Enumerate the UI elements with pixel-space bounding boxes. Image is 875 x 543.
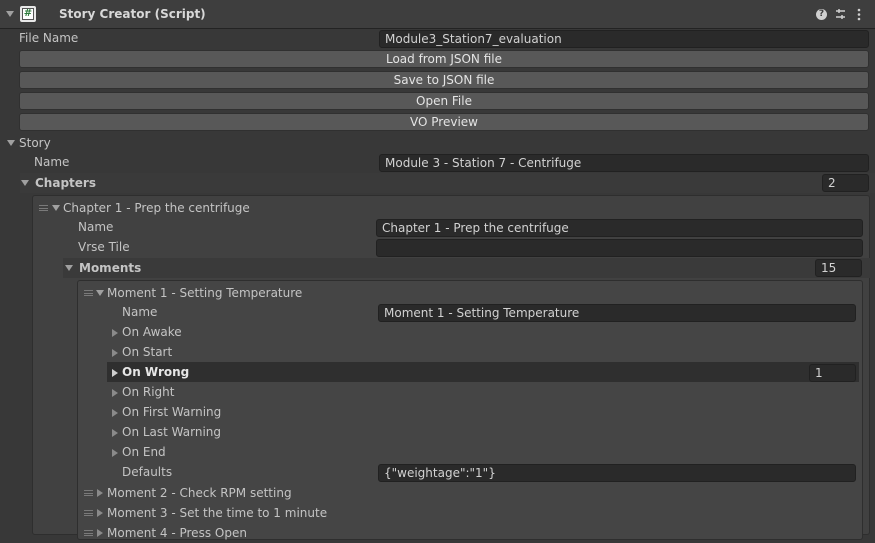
moment1-drag-handle[interactable] [84,290,93,296]
component-title: Story Creator (Script) [59,7,206,21]
on-end-event[interactable]: On End [122,442,166,462]
load-json-button[interactable]: Load from JSON file [19,50,869,68]
story-name-label: Name [34,155,70,169]
moment1-name-field[interactable]: Moment 1 - Setting Temperature [378,304,856,322]
on-wrong-event[interactable]: On Wrong [122,362,189,382]
kebab-menu-icon[interactable] [856,8,862,21]
story-label[interactable]: Story [19,133,51,153]
on-wrong-count-field[interactable]: 1 [809,364,856,382]
chapters-header-bar [20,173,875,193]
file-name-field[interactable]: Module3_Station7_evaluation [379,30,869,48]
chapter1-foldout-arrow[interactable] [52,205,60,211]
moment3-drag-handle[interactable] [84,510,93,516]
on-first-warning-foldout-arrow[interactable] [112,409,118,417]
chapters-foldout-arrow[interactable] [21,180,29,186]
on-awake-event[interactable]: On Awake [122,322,182,342]
chapters-label[interactable]: Chapters [35,173,96,193]
moment2-title[interactable]: Moment 2 - Check RPM setting [107,483,292,503]
moment4-foldout-arrow[interactable] [97,529,103,537]
on-start-foldout-arrow[interactable] [112,349,118,357]
save-json-button[interactable]: Save to JSON file [19,71,869,89]
chapter1-name-label: Name [78,220,114,234]
on-last-warning-foldout-arrow[interactable] [112,429,118,437]
defaults-label: Defaults [122,465,173,479]
moment3-foldout-arrow[interactable] [97,509,103,517]
header-foldout-arrow[interactable] [6,11,14,17]
on-first-warning-event[interactable]: On First Warning [122,402,221,422]
file-name-label: File Name [19,31,79,45]
on-awake-foldout-arrow[interactable] [112,329,118,337]
moment3-title[interactable]: Moment 3 - Set the time to 1 minute [107,503,327,523]
script-icon: # [22,8,34,20]
moment1-foldout-arrow[interactable] [96,290,104,296]
moment2-foldout-arrow[interactable] [97,489,103,497]
moments-foldout-arrow[interactable] [65,265,73,271]
chapter1-name-field[interactable]: Chapter 1 - Prep the centrifuge [376,219,863,237]
moments-header-bar [63,258,870,278]
chapters-count-field[interactable]: 2 [822,174,869,192]
help-icon[interactable]: ? [816,9,827,20]
on-last-warning-event[interactable]: On Last Warning [122,422,221,442]
story-name-field[interactable]: Module 3 - Station 7 - Centrifuge [379,154,869,172]
moments-label[interactable]: Moments [79,258,141,278]
moments-count-field[interactable]: 15 [815,259,862,277]
on-right-foldout-arrow[interactable] [112,389,118,397]
on-start-event[interactable]: On Start [122,342,172,362]
story-foldout-arrow[interactable] [7,140,15,146]
on-wrong-foldout-arrow[interactable] [112,369,118,377]
on-right-event[interactable]: On Right [122,382,174,402]
on-end-foldout-arrow[interactable] [112,449,118,457]
chapter1-title[interactable]: Chapter 1 - Prep the centrifuge [63,198,250,218]
on-wrong-row-highlight [107,362,859,382]
moment1-name-label: Name [122,305,158,319]
chapter1-drag-handle[interactable] [39,205,48,211]
vo-preview-button[interactable]: VO Preview [19,113,869,131]
moment4-title[interactable]: Moment 4 - Press Open [107,523,247,543]
moment2-drag-handle[interactable] [84,490,93,496]
vrse-tile-field[interactable] [376,239,863,257]
defaults-field[interactable]: {"weightage":"1"} [378,464,856,482]
preset-icon[interactable] [835,8,846,20]
vrse-tile-label: Vrse Tile [78,240,130,254]
moment1-title[interactable]: Moment 1 - Setting Temperature [107,283,302,303]
open-file-button[interactable]: Open File [19,92,869,110]
